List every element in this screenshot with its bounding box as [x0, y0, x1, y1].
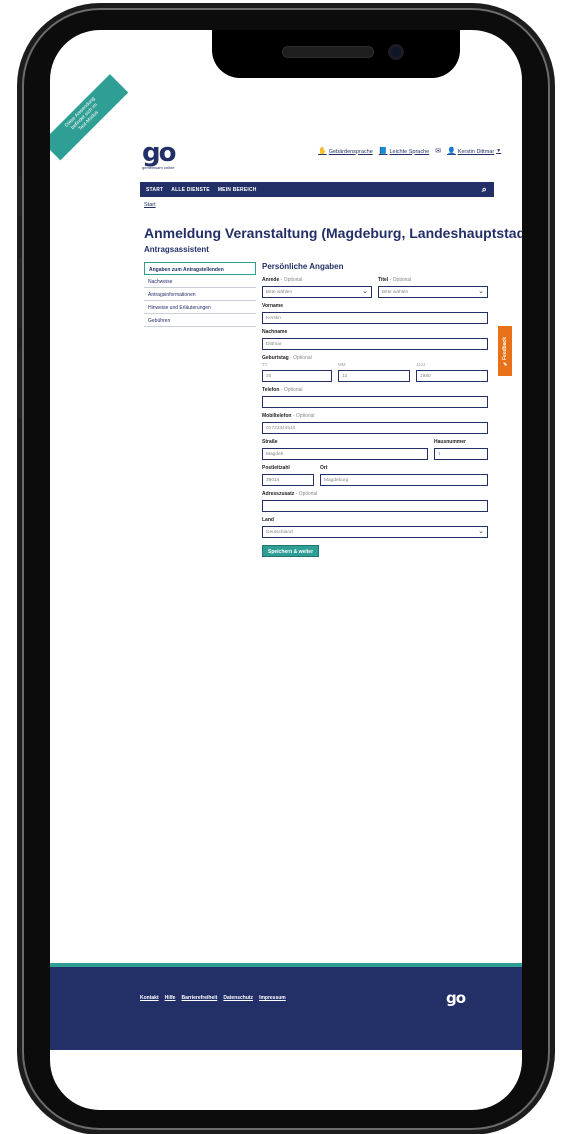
country-label: Land: [262, 517, 274, 523]
page-subtitle: Antragsassistent: [144, 245, 209, 254]
form-heading: Persönliche Angaben: [262, 262, 344, 271]
volume-up-button: [18, 258, 22, 328]
mobile-input[interactable]: 01723344510: [262, 422, 488, 434]
phone-screen: Diese Anwendung befindet sich im Test-Mo…: [50, 30, 522, 1110]
optional-note: - Optional: [295, 491, 318, 497]
optional-note: - Optional: [389, 277, 412, 283]
earpiece-speaker: [282, 46, 374, 58]
birthday-year-input[interactable]: 1980: [416, 370, 488, 382]
zip-input[interactable]: 39014: [262, 474, 314, 486]
sign-language-label: Gebärdensprache: [328, 148, 373, 155]
label-text: Geburtstag: [262, 355, 289, 361]
web-page: Diese Anwendung befindet sich im Test-Mo…: [50, 30, 522, 1110]
test-mode-ribbon: Diese Anwendung befindet sich im Test-Mo…: [50, 74, 129, 161]
first-name-input[interactable]: Kerstin: [262, 312, 488, 324]
step-list: Angaben zum Antragstellenden Nachweise A…: [144, 262, 256, 327]
feedback-icon: ✎: [502, 359, 508, 366]
mobile-label: Mobiltelefon - Optional: [262, 413, 315, 419]
country-select[interactable]: Deutschland: [262, 526, 488, 538]
ribbon-line: befindet sich im: [70, 102, 99, 131]
feedback-label: Feedback: [502, 336, 508, 360]
year-hint: JJJJ: [416, 362, 425, 367]
nav-item-my-area[interactable]: MEIN BEREICH: [218, 187, 257, 193]
footer-links: Kontakt Hilfe Barrierefreiheit Datenschu…: [140, 995, 286, 1001]
site-footer: Kontakt Hilfe Barrierefreiheit Datenschu…: [50, 967, 522, 1050]
label-text: Anrede: [262, 277, 280, 283]
user-name: Kerstin Dittmar: [457, 148, 495, 155]
search-icon[interactable]: ⌕: [482, 184, 487, 195]
optional-note: - Optional: [280, 277, 303, 283]
phone-input[interactable]: [262, 396, 488, 408]
street-label: Straße: [262, 439, 278, 445]
optional-note: - Optional: [292, 413, 315, 419]
label-text: Titel: [378, 277, 389, 283]
utility-bar: ✋ Gebärdensprache 📘 Leichte Sprache ✉ 👤 Ker…: [318, 148, 501, 155]
hand-icon: ✋: [318, 148, 327, 155]
label-text: Telefon: [262, 387, 280, 393]
sign-language-link[interactable]: ✋ Gebärdensprache: [318, 148, 373, 155]
nav-item-start[interactable]: START: [146, 187, 163, 193]
easy-language-link[interactable]: 📘 Leichte Sprache: [379, 148, 429, 155]
street-input[interactable]: Magdeb: [262, 448, 428, 460]
label-text: Adresszusatz: [262, 491, 295, 497]
month-hint: MM: [338, 362, 346, 367]
page-title: Anmeldung Veranstaltung (Magdeburg, Land…: [144, 225, 522, 241]
birthday-day-input[interactable]: 20: [262, 370, 332, 382]
logo-mark: go: [142, 138, 177, 168]
site-logo[interactable]: go gemeinsam online: [142, 138, 177, 170]
city-input[interactable]: Magdeburg: [320, 474, 488, 486]
city-label: Ort: [320, 465, 328, 471]
footer-link-help[interactable]: Hilfe: [165, 995, 176, 1001]
breadcrumb[interactable]: Start: [144, 202, 156, 208]
house-number-label: Hausnummer: [434, 439, 466, 445]
day-hint: TT: [262, 362, 268, 367]
user-icon: 👤: [447, 148, 456, 155]
zip-label: Postleitzahl: [262, 465, 290, 471]
step-item-proofs[interactable]: Nachweise: [144, 275, 256, 288]
birthday-month-input[interactable]: 12: [338, 370, 410, 382]
birthday-label: Geburtstag - Optional: [262, 355, 312, 361]
phone-frame: Diese Anwendung befindet sich im Test-Mo…: [18, 8, 550, 1130]
personal-data-form: Persönliche Angaben Anrede - Optional Bi…: [262, 262, 488, 557]
salutation-label: Anrede - Optional: [262, 277, 302, 283]
user-menu[interactable]: 👤 Kerstin Dittmar ▼: [447, 148, 501, 155]
footer-link-accessibility[interactable]: Barrierefreiheit: [181, 995, 217, 1001]
mail-icon[interactable]: ✉: [435, 148, 441, 155]
house-number-input[interactable]: 1: [434, 448, 488, 460]
front-camera: [388, 44, 404, 60]
footer-link-imprint[interactable]: Impressum: [259, 995, 286, 1001]
book-icon: 📘: [378, 148, 388, 155]
feedback-tab[interactable]: ✎ Feedback: [498, 326, 512, 376]
logo-tagline: gemeinsam online: [142, 165, 175, 170]
footer-link-privacy[interactable]: Datenschutz: [223, 995, 253, 1001]
address-addition-input[interactable]: [262, 500, 488, 512]
footer-logo[interactable]: go: [446, 989, 466, 1007]
optional-note: - Optional: [280, 387, 303, 393]
step-item-application-info[interactable]: Antragsinformationen: [144, 288, 256, 301]
address-addition-label: Adresszusatz - Optional: [262, 491, 317, 497]
footer-link-contact[interactable]: Kontakt: [140, 995, 159, 1001]
save-continue-button[interactable]: Speichern & weiter: [262, 545, 320, 557]
step-item-notes[interactable]: Hinweise und Erläuterungen: [144, 301, 256, 314]
mute-switch: [18, 176, 22, 216]
title-select[interactable]: Bitte wählen: [378, 286, 488, 298]
step-item-fees[interactable]: Gebühren: [144, 314, 256, 327]
last-name-label: Nachname: [262, 329, 288, 335]
last-name-input[interactable]: Dittmar: [262, 338, 488, 350]
easy-language-label: Leichte Sprache: [389, 148, 430, 155]
volume-down-button: [18, 348, 22, 418]
optional-note: - Optional: [290, 355, 312, 361]
phone-label: Telefon - Optional: [262, 387, 303, 393]
title-label: Titel - Optional: [378, 277, 411, 283]
caret-down-icon: ▼: [496, 148, 502, 154]
step-item-applicant[interactable]: Angaben zum Antragstellenden: [144, 262, 256, 275]
label-text: Mobiltelefon: [262, 413, 292, 419]
nav-item-all-services[interactable]: ALLE DIENSTE: [171, 187, 210, 193]
salutation-select[interactable]: Bitte wählen: [262, 286, 372, 298]
main-nav: START ALLE DIENSTE MEIN BEREICH ⌕: [140, 182, 494, 197]
ribbon-line: Test-Modus: [77, 109, 100, 133]
first-name-label: Vorname: [262, 303, 284, 309]
